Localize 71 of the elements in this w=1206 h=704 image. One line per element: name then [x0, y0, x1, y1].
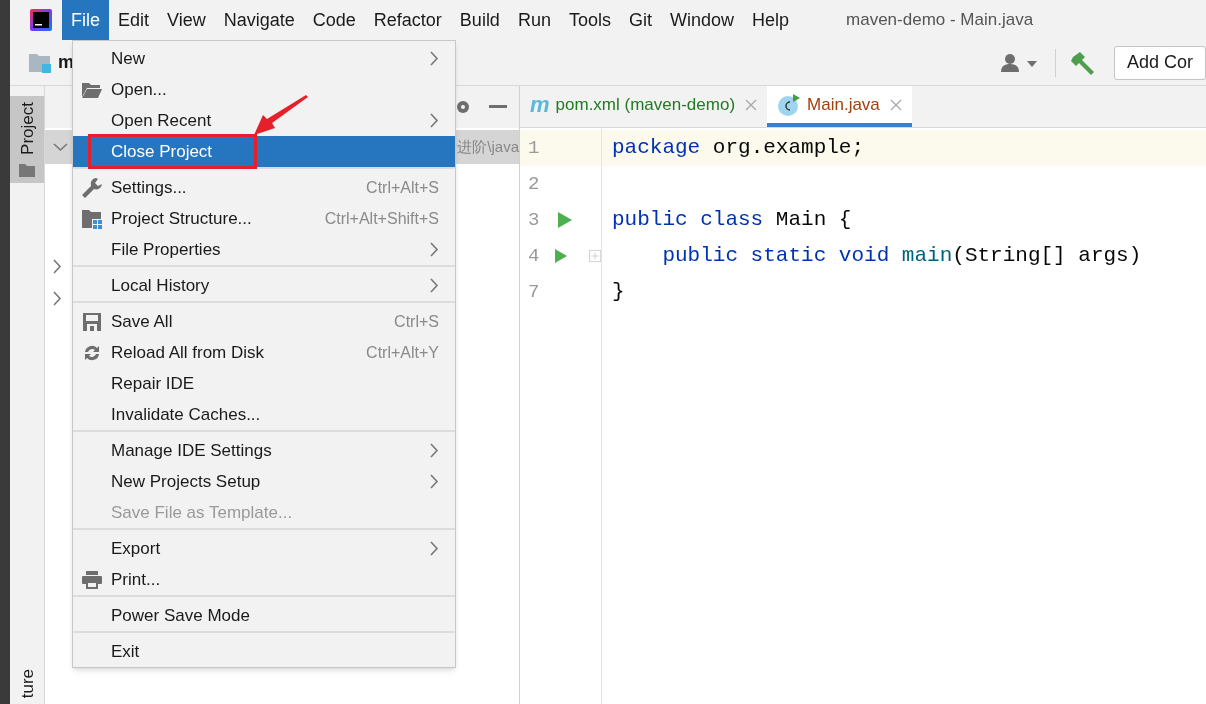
wrench-icon	[81, 176, 103, 199]
code-line: }	[612, 279, 625, 306]
menu-item[interactable]: Manage IDE Settings	[73, 435, 455, 466]
minimize-icon[interactable]	[489, 105, 507, 109]
tree-row-path: 进阶\java	[457, 136, 519, 157]
menu-bar-item[interactable]: Help	[743, 0, 799, 40]
shortcut-label: Ctrl+Alt+Y	[366, 342, 439, 363]
menu-item[interactable]: Close Project	[73, 136, 455, 167]
annotation-arrow	[252, 95, 310, 137]
folder-icon	[81, 80, 103, 99]
shortcut-label: Ctrl+S	[394, 311, 439, 332]
menu-bar-item[interactable]: Run	[508, 0, 560, 40]
run-icon[interactable]	[558, 212, 572, 228]
shortcut-label: Ctrl+Alt+S	[366, 177, 439, 198]
menu-item[interactable]: New	[73, 43, 455, 74]
chevron-right-icon	[53, 259, 62, 274]
menu-bar-item[interactable]: Code	[303, 0, 365, 40]
line-number: 4	[528, 243, 541, 269]
window-title: maven-demo - Main.java	[846, 9, 1034, 32]
code-line: public static void main(String[] args)	[661, 243, 1142, 270]
menu-bar-item[interactable]: Git	[619, 0, 661, 40]
menu-item[interactable]: Open...	[73, 74, 455, 105]
close-icon[interactable]	[889, 98, 902, 111]
line-number: 1	[528, 135, 541, 161]
menu-bar-item[interactable]: Edit	[109, 0, 159, 40]
line-number: 3	[528, 207, 541, 233]
menu-item[interactable]: Export	[73, 533, 455, 564]
fold-icon[interactable]	[588, 249, 601, 263]
menu-item[interactable]: Open Recent	[73, 105, 455, 136]
line-number: 2	[528, 171, 541, 197]
menu-item[interactable]: Local History	[73, 270, 455, 301]
menu-bar-item[interactable]: Navigate	[214, 0, 304, 40]
menu-item[interactable]: Settings... Ctrl+Alt+S	[73, 172, 455, 203]
maven-icon: m	[530, 93, 550, 116]
tool-window-tab[interactable]: ture	[10, 662, 44, 704]
chevron-down-icon	[53, 142, 68, 152]
menu-bar-item[interactable]: Refactor	[364, 0, 451, 40]
menu-item[interactable]: Exit	[73, 636, 455, 667]
close-icon[interactable]	[745, 98, 758, 111]
menu-item[interactable]: Repair IDE	[73, 368, 455, 399]
code-line: package org.example;	[612, 135, 865, 162]
menu-bar-item[interactable]: Build	[450, 0, 509, 40]
menu-item[interactable]: Save All Ctrl+S	[73, 306, 455, 337]
menu-item[interactable]: Power Save Mode	[73, 600, 455, 631]
menu-item[interactable]: File Properties	[73, 234, 455, 265]
app-logo-icon	[30, 9, 52, 31]
menu-bar-item[interactable]: Window	[660, 0, 743, 40]
add-configuration-button[interactable]: Add Cor	[1113, 45, 1206, 80]
menu-item[interactable]: Project Structure... Ctrl+Alt+Shift+S	[73, 203, 455, 234]
run-icon[interactable]	[554, 248, 567, 264]
menu-bar-item[interactable]: Tools	[559, 0, 620, 40]
menu-item[interactable]: Reload All from Disk Ctrl+Alt+Y	[73, 337, 455, 368]
class-icon	[777, 92, 802, 117]
shortcut-label: Ctrl+Alt+Shift+S	[324, 208, 439, 229]
tool-window-tab[interactable]: Project	[10, 96, 44, 183]
chevron-right-icon	[53, 291, 62, 306]
gear-icon[interactable]	[455, 99, 471, 115]
menu-bar-item[interactable]: View	[158, 0, 215, 40]
line-number: 7	[528, 279, 541, 305]
folder-icon	[28, 51, 52, 74]
folder-grid-icon	[81, 208, 103, 229]
menu-item[interactable]: Print...	[73, 564, 455, 595]
folder-icon	[19, 162, 35, 177]
printer-icon	[81, 569, 103, 590]
hammer-icon[interactable]	[1069, 50, 1096, 75]
menu-item[interactable]: Invalidate Caches...	[73, 399, 455, 430]
code-line: public class Main {	[612, 207, 852, 234]
editor-tab[interactable]: Main.java	[767, 86, 912, 127]
menu-item[interactable]: New Projects Setup	[73, 466, 455, 497]
menu-bar-item[interactable]: File	[62, 0, 109, 40]
editor-tab[interactable]: m pom.xml (maven-demo)	[520, 86, 768, 127]
